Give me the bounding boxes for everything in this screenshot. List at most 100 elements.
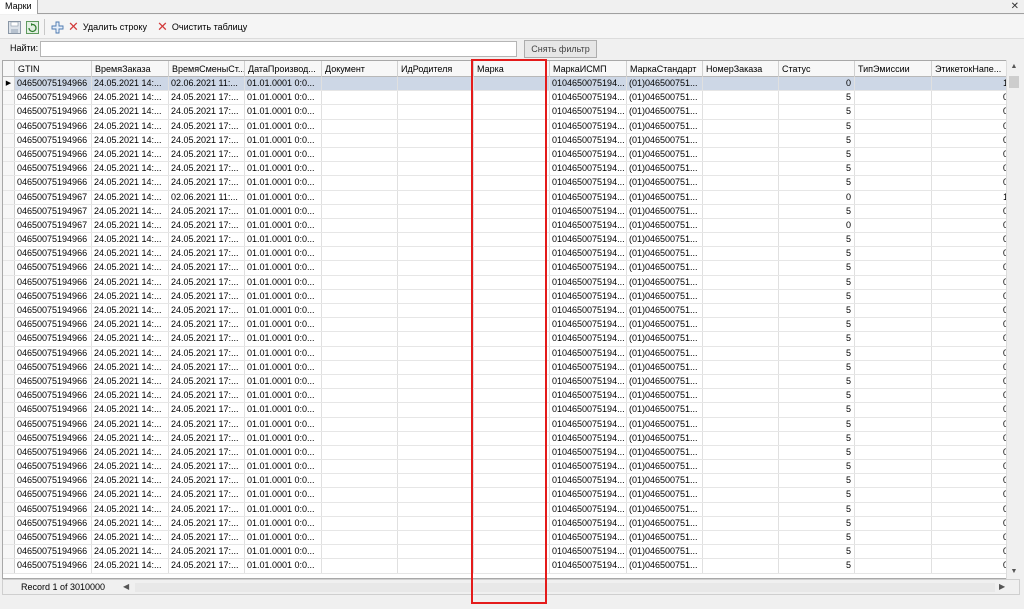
cell-data-proizvodstva[interactable]: 01.01.0001 0:0... — [245, 190, 322, 204]
cell-vremya-zakaza[interactable]: 24.05.2021 14:... — [92, 204, 169, 218]
cell-dokument[interactable] — [322, 233, 398, 247]
cell-vremya-smeny[interactable]: 24.05.2021 17:... — [169, 91, 245, 105]
cell-vremya-zakaza[interactable]: 24.05.2021 14:... — [92, 162, 169, 176]
cell-marka-standart[interactable]: (01)046500751... — [627, 176, 703, 190]
cell-nomer-zakaza[interactable] — [703, 403, 779, 417]
cell-gtin[interactable]: 04650075194966 — [15, 360, 92, 374]
row-indicator[interactable] — [3, 488, 15, 502]
cell-dokument[interactable] — [322, 403, 398, 417]
cell-marka-standart[interactable]: (01)046500751... — [627, 233, 703, 247]
cell-nomer-zakaza[interactable] — [703, 162, 779, 176]
cell-id-roditelya[interactable] — [398, 502, 474, 516]
cell-tip-emissii[interactable] — [855, 488, 932, 502]
cell-id-roditelya[interactable] — [398, 445, 474, 460]
cell-nomer-zakaza[interactable] — [703, 304, 779, 318]
cell-nomer-zakaza[interactable] — [703, 233, 779, 247]
cell-etiketok[interactable]: 0 — [932, 133, 1012, 147]
cell-data-proizvodstva[interactable]: 01.01.0001 0:0... — [245, 559, 322, 573]
cell-gtin[interactable]: 04650075194966 — [15, 119, 92, 133]
cell-etiketok[interactable]: 0 — [932, 147, 1012, 162]
cell-data-proizvodstva[interactable]: 01.01.0001 0:0... — [245, 431, 322, 445]
cell-data-proizvodstva[interactable]: 01.01.0001 0:0... — [245, 247, 322, 261]
cell-marka-standart[interactable]: (01)046500751... — [627, 417, 703, 431]
cell-marka-ismp[interactable]: 0104650075194... — [550, 488, 627, 502]
table-row[interactable]: 04650075194966 24.05.2021 14:... 24.05.202… — [3, 374, 1019, 390]
cell-vremya-smeny[interactable]: 24.05.2021 17:... — [169, 332, 245, 346]
table-row[interactable]: 04650075194966 24.05.2021 14:... 24.05.202… — [3, 318, 1019, 333]
cell-status[interactable]: 5 — [779, 105, 855, 119]
cell-vremya-zakaza[interactable]: 24.05.2021 14:... — [92, 147, 169, 162]
column-header-vremya-zakaza[interactable]: ВремяЗаказа — [92, 61, 169, 77]
cell-id-roditelya[interactable] — [398, 162, 474, 176]
cell-gtin[interactable]: 04650075194966 — [15, 105, 92, 119]
table-row[interactable]: 04650075194966 24.05.2021 14:... 24.05.202… — [3, 559, 1019, 574]
cell-marka-standart[interactable]: (01)046500751... — [627, 162, 703, 176]
cell-gtin[interactable]: 04650075194966 — [15, 559, 92, 573]
cell-tip-emissii[interactable] — [855, 218, 932, 233]
cell-dokument[interactable] — [322, 318, 398, 332]
cell-dokument[interactable] — [322, 105, 398, 119]
table-row[interactable]: 04650075194966 24.05.2021 14:... 24.05.202… — [3, 403, 1019, 418]
cell-dokument[interactable] — [322, 460, 398, 474]
cell-gtin[interactable]: 04650075194966 — [15, 502, 92, 516]
table-row[interactable]: 04650075194966 24.05.2021 14:... 24.05.202… — [3, 389, 1019, 404]
cell-gtin[interactable]: 04650075194966 — [15, 516, 92, 530]
cell-id-roditelya[interactable] — [398, 233, 474, 247]
cell-dokument[interactable] — [322, 445, 398, 460]
cell-data-proizvodstva[interactable]: 01.01.0001 0:0... — [245, 218, 322, 233]
scroll-thumb[interactable] — [1009, 76, 1019, 88]
cell-id-roditelya[interactable] — [398, 389, 474, 403]
cell-id-roditelya[interactable] — [398, 247, 474, 261]
cell-vremya-smeny[interactable]: 24.05.2021 17:... — [169, 389, 245, 403]
cell-nomer-zakaza[interactable] — [703, 474, 779, 488]
cell-marka-standart[interactable]: (01)046500751... — [627, 502, 703, 516]
cell-status[interactable]: 5 — [779, 445, 855, 460]
cell-vremya-smeny[interactable]: 24.05.2021 17:... — [169, 318, 245, 332]
cell-status[interactable]: 5 — [779, 403, 855, 417]
cell-nomer-zakaza[interactable] — [703, 190, 779, 204]
cell-etiketok[interactable]: 0 — [932, 176, 1012, 190]
cell-marka-standart[interactable]: (01)046500751... — [627, 218, 703, 233]
add-icon[interactable] — [49, 19, 65, 35]
cell-id-roditelya[interactable] — [398, 77, 474, 91]
table-row[interactable]: 04650075194966 24.05.2021 14:... 24.05.202… — [3, 91, 1019, 106]
cell-marka-ismp[interactable]: 0104650075194... — [550, 91, 627, 105]
cell-marka-standart[interactable]: (01)046500751... — [627, 91, 703, 105]
cell-gtin[interactable]: 04650075194966 — [15, 531, 92, 545]
cell-tip-emissii[interactable] — [855, 289, 932, 303]
cell-id-roditelya[interactable] — [398, 304, 474, 318]
cell-id-roditelya[interactable] — [398, 460, 474, 474]
cell-marka-standart[interactable]: (01)046500751... — [627, 488, 703, 502]
cell-marka[interactable] — [474, 502, 550, 516]
cell-marka[interactable] — [474, 247, 550, 261]
cell-gtin[interactable]: 04650075194966 — [15, 474, 92, 488]
cell-data-proizvodstva[interactable]: 01.01.0001 0:0... — [245, 176, 322, 190]
cell-data-proizvodstva[interactable]: 01.01.0001 0:0... — [245, 360, 322, 374]
cell-vremya-smeny[interactable]: 02.06.2021 11:... — [169, 77, 245, 91]
cell-vremya-smeny[interactable]: 24.05.2021 17:... — [169, 403, 245, 417]
cell-status[interactable]: 5 — [779, 360, 855, 374]
row-indicator[interactable] — [3, 275, 15, 289]
cell-vremya-zakaza[interactable]: 24.05.2021 14:... — [92, 445, 169, 460]
cell-marka-standart[interactable]: (01)046500751... — [627, 531, 703, 545]
cell-gtin[interactable]: 04650075194966 — [15, 318, 92, 332]
cell-vremya-smeny[interactable]: 24.05.2021 17:... — [169, 545, 245, 559]
cell-marka-standart[interactable]: (01)046500751... — [627, 360, 703, 374]
cell-etiketok[interactable]: 0 — [932, 275, 1012, 289]
cell-status[interactable]: 5 — [779, 431, 855, 445]
cell-marka-ismp[interactable]: 0104650075194... — [550, 176, 627, 190]
cell-marka-ismp[interactable]: 0104650075194... — [550, 545, 627, 559]
cell-marka[interactable] — [474, 261, 550, 275]
table-row[interactable]: 04650075194966 24.05.2021 14:... 24.05.202… — [3, 445, 1019, 461]
cell-id-roditelya[interactable] — [398, 176, 474, 190]
table-row[interactable]: 04650075194966 24.05.2021 14:... 24.05.202… — [3, 502, 1019, 517]
cell-nomer-zakaza[interactable] — [703, 516, 779, 530]
column-header-status[interactable]: Статус — [779, 61, 855, 77]
cell-nomer-zakaza[interactable] — [703, 417, 779, 431]
cell-vremya-smeny[interactable]: 24.05.2021 17:... — [169, 147, 245, 162]
cell-vremya-smeny[interactable]: 24.05.2021 17:... — [169, 204, 245, 218]
table-row[interactable]: 04650075194966 24.05.2021 14:... 24.05.202… — [3, 147, 1019, 163]
cell-marka-standart[interactable]: (01)046500751... — [627, 460, 703, 474]
cell-etiketok[interactable]: 1 — [932, 77, 1012, 91]
cell-marka[interactable] — [474, 304, 550, 318]
